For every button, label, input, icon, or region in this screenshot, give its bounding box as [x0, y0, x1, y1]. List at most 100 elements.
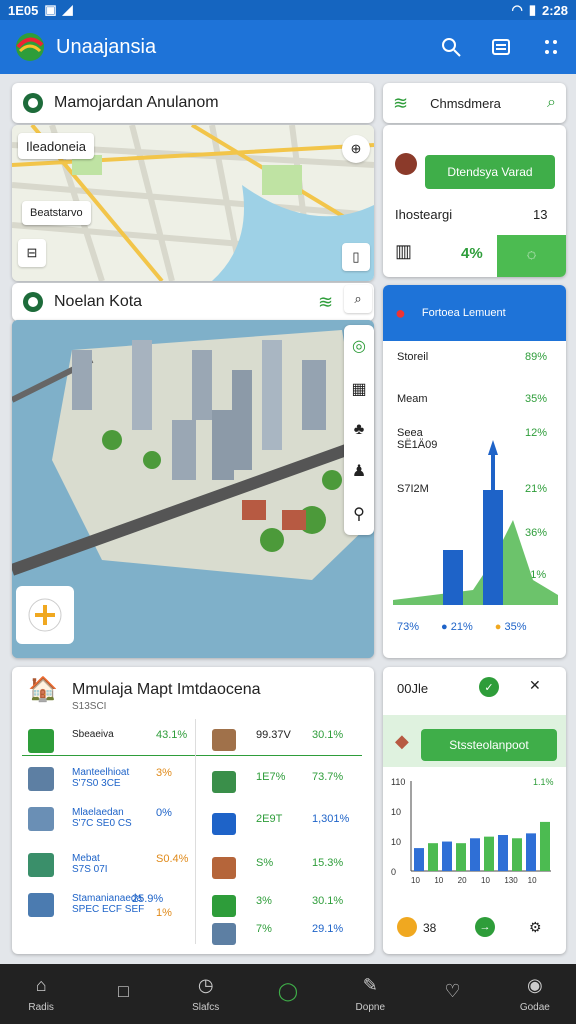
- row-item-icon: [212, 923, 236, 945]
- more-icon[interactable]: [540, 36, 562, 58]
- bar: [512, 838, 522, 871]
- table-subtitle: S13SCI: [72, 701, 107, 712]
- refresh-button[interactable]: ◌: [497, 235, 566, 277]
- notification-icon: ▣: [44, 2, 57, 17]
- row-value-2: 0%: [156, 807, 172, 819]
- pin-icon[interactable]: ⚲: [353, 504, 365, 524]
- x-tick-label: 20: [458, 876, 467, 885]
- bottom-right-title: 00Jle: [397, 681, 429, 696]
- x-tick-label: 10: [411, 876, 420, 885]
- row-item-icon: [212, 857, 236, 879]
- stats-row-value: 89%: [525, 351, 548, 363]
- home-icon: ⌂: [35, 975, 47, 995]
- pin-marker-icon: ●: [395, 302, 406, 323]
- stats-bar-1: [443, 550, 463, 605]
- nav-stats[interactable]: ◷ Slafcs: [176, 975, 236, 1013]
- search-icon[interactable]: [440, 36, 462, 58]
- expand-button[interactable]: ▯: [342, 243, 370, 271]
- x-tick-label: 10: [434, 876, 443, 885]
- city-3d-map[interactable]: [12, 320, 374, 658]
- locate-button[interactable]: ⊕: [342, 135, 370, 163]
- stack-icon[interactable]: ≋: [318, 292, 333, 313]
- clock-icon: ◷: [197, 975, 214, 995]
- bottom-right-card: 00Jle ✓ ✕ ◆ Stssteolanpoot 110 10 10 0 10 10 2…: [383, 667, 566, 954]
- row-item-icon: [212, 895, 236, 917]
- nav-square[interactable]: □: [93, 981, 153, 1008]
- row-building-icon: [28, 853, 54, 877]
- right-top-card: Dtendsya Varad Ihosteargi 13 ▥ 4% ◌: [383, 125, 566, 277]
- y-tick-label: 110: [391, 777, 405, 787]
- layers-icon: ≋: [393, 92, 409, 113]
- right-search-icon[interactable]: ⌕: [547, 94, 556, 112]
- zoom-search-tool[interactable]: ⌕: [344, 285, 372, 313]
- right-top-title: Chmsdmera: [430, 95, 501, 111]
- row-right-value-1: S%: [256, 857, 274, 869]
- building-small-icon: ▥: [395, 241, 413, 261]
- row-value-1: 25.9%: [132, 893, 164, 905]
- right-top-pct: 4%: [461, 245, 483, 262]
- city-card-title: Noelan Kota: [54, 293, 143, 310]
- stats-header-title: Fortoea Lemuent: [421, 307, 506, 319]
- row-right-value-2: 30.1%: [312, 729, 344, 741]
- nav-home[interactable]: ⌂ Radis: [11, 975, 71, 1013]
- row-right-value-1: 99.37V: [256, 729, 291, 741]
- search-card-title: Mamojardan Anulanom: [54, 94, 219, 111]
- stats-row-label: Meam: [397, 393, 428, 405]
- row-building-icon: [28, 729, 54, 753]
- row-item-icon: [212, 813, 236, 835]
- bar: [456, 843, 466, 871]
- map-toolbar: ⌕: [344, 285, 374, 319]
- check-icon[interactable]: ✓: [479, 677, 499, 697]
- nav-favorite[interactable]: ♡: [423, 981, 483, 1008]
- compass-button[interactable]: [16, 586, 74, 644]
- location-icon: [23, 93, 43, 113]
- building-icon[interactable]: ▦: [351, 379, 366, 399]
- search-card[interactable]: Mamojardan Anulanom: [12, 83, 374, 123]
- nav-dopne[interactable]: ✎ Dopne: [340, 975, 400, 1013]
- table-title: Mmulaja Mapt Imtdaocena: [72, 681, 261, 698]
- bar: [470, 838, 480, 871]
- status-bar: 1E05 ▣ ◢ ◠ ▮ 2:28: [0, 0, 576, 20]
- nav-godae[interactable]: ◉ Godae: [505, 975, 565, 1013]
- app-title: Unaajansia: [56, 35, 157, 58]
- stats-arrow: [488, 440, 498, 455]
- compass-icon: [28, 598, 62, 632]
- row-name: Sbeaeiva: [72, 729, 114, 740]
- status-time-left: 1E05: [8, 2, 39, 18]
- settings-icon[interactable]: ⚙: [529, 919, 542, 936]
- footer-value: 38: [423, 921, 437, 935]
- row-item-icon: [212, 771, 236, 793]
- row-name: Mlaelaedan S'7C SE0 CS: [72, 807, 132, 829]
- nav-active[interactable]: ◯: [258, 981, 318, 1008]
- bar: [484, 836, 494, 871]
- stats-header: ● Fortoea Lemuent: [383, 285, 566, 341]
- alert-icon: ◢: [62, 2, 73, 17]
- legend-3: ● 35%: [494, 621, 527, 633]
- stats-row-label: Storeil: [397, 351, 429, 363]
- heart-icon: ♡: [444, 980, 461, 1001]
- add-icon[interactable]: →: [475, 917, 495, 937]
- street-map[interactable]: Ileadoneia Beatstarvo ⊟ ⊕ ▯: [12, 125, 374, 281]
- people-icon[interactable]: ♟: [352, 461, 366, 481]
- row-name: Manteelhioat S'7S0 3CE: [72, 767, 130, 789]
- row-building-icon: [28, 893, 54, 917]
- close-icon[interactable]: ✕: [529, 677, 541, 694]
- dtendsya-button[interactable]: Dtendsya Varad: [425, 155, 555, 189]
- chart-pct-label: 1.1%: [533, 777, 554, 787]
- stss-button[interactable]: Stssteolanpoot: [421, 729, 557, 761]
- x-tick-label: 10: [528, 876, 537, 885]
- row-building-icon: [28, 807, 54, 831]
- row-right-value-1: 7%: [256, 923, 272, 935]
- x-tick-label: 10: [481, 876, 490, 885]
- leaf-icon[interactable]: ◎: [352, 336, 366, 356]
- city-card[interactable]: Noelan Kota ≋ ⌂: [12, 283, 374, 321]
- y-tick-label: 0: [391, 867, 396, 877]
- row-name: Mebat S7S 07I: [72, 853, 108, 875]
- app-bar: Unaajansia: [0, 20, 576, 74]
- bottom-nav: ⌂ Radis □ ◷ Slafcs ◯ ✎ Dopne ♡ ◉ Godae: [0, 964, 576, 1024]
- layers-button[interactable]: ⊟: [18, 239, 46, 267]
- coin-icon: [397, 917, 417, 937]
- table-divider: [22, 755, 362, 756]
- tree-icon[interactable]: ♣: [354, 421, 365, 439]
- list-icon[interactable]: [490, 36, 512, 58]
